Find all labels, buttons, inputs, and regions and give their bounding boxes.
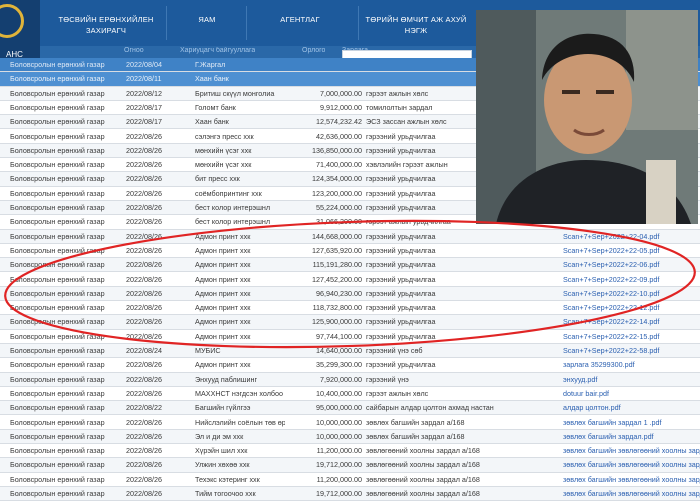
description-cell: зөвлөгөөний хоолны зардал а/168 [366, 489, 480, 498]
red-ellipse-highlight [4, 219, 696, 349]
file-link[interactable]: зөвлөх багшийн зөвлөгөөний хоолны зардал [563, 487, 700, 501]
org-cell: Боловсролын ерөнхий газар [10, 489, 105, 498]
table-row[interactable]: Боловсролын ерөнхий газар 2022/08/26 Тийм … [0, 487, 700, 501]
amount-cell: 19,712,000.00 [316, 489, 362, 498]
date-cell: 2022/08/26 [126, 489, 162, 498]
vendor-cell: Тийм тогоочоо ххк [195, 489, 256, 498]
